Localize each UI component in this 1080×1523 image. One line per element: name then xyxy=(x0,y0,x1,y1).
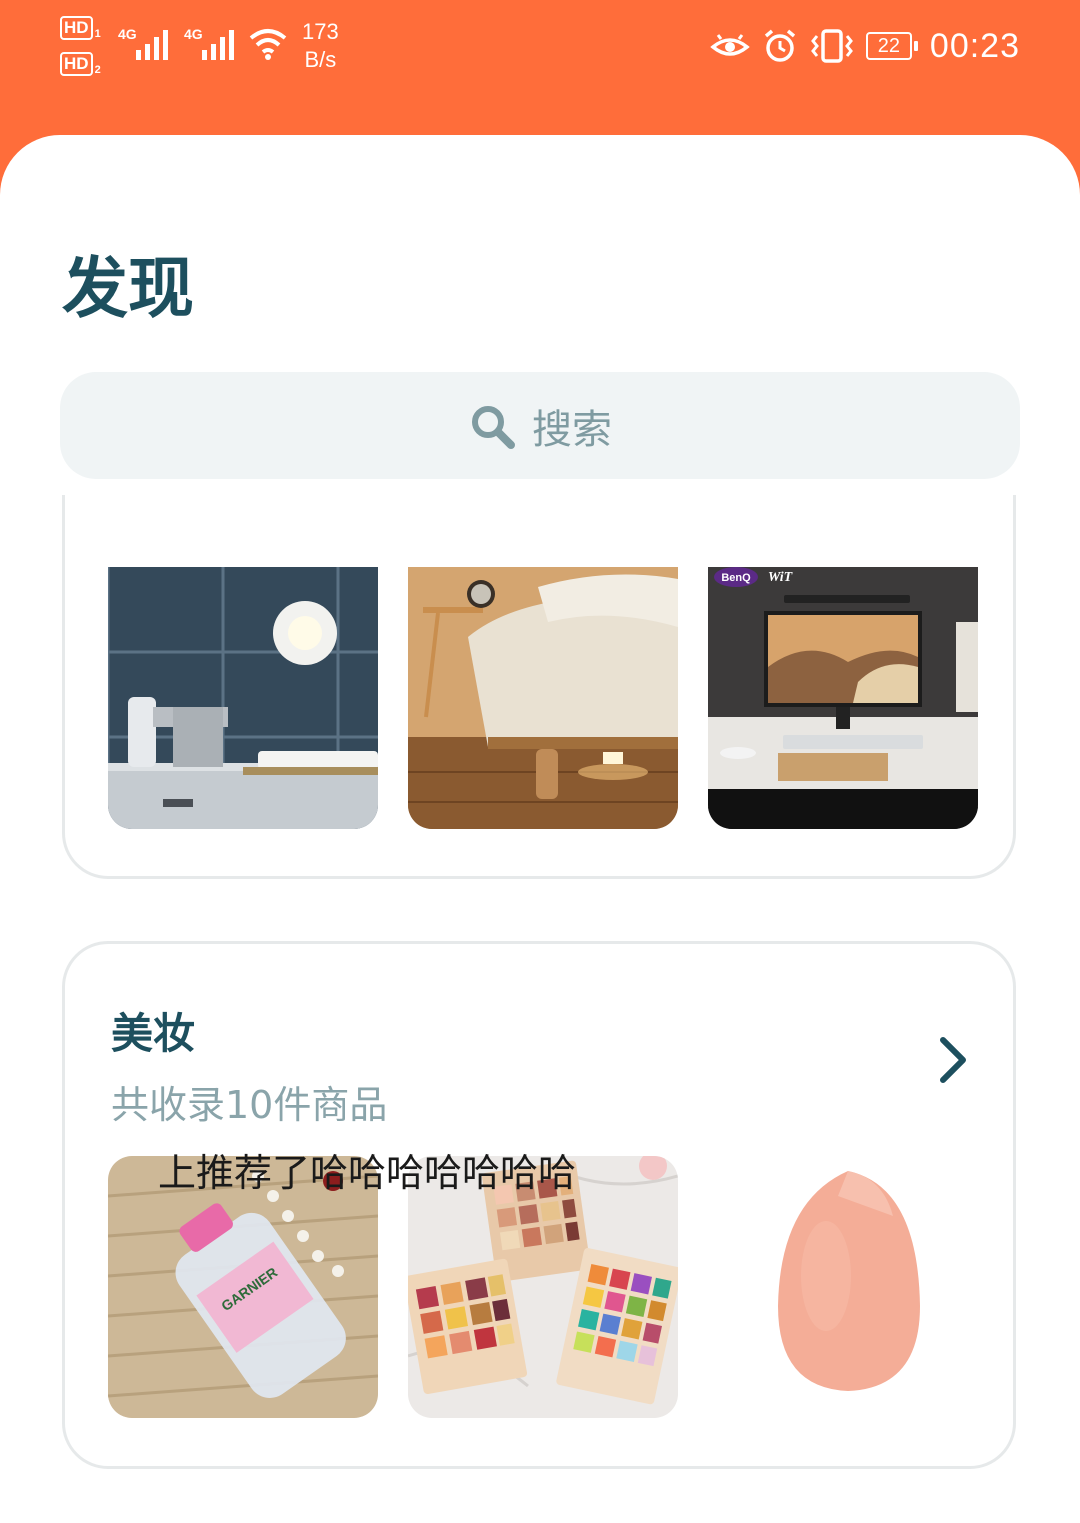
product-image-makeup-sponge[interactable] xyxy=(708,1156,978,1418)
page-title: 发现 xyxy=(62,250,194,327)
status-right: 22 00:23 xyxy=(710,22,1020,70)
vibrate-icon xyxy=(810,29,853,63)
hd-label: HD xyxy=(60,16,93,40)
network-speed: 173 B/s xyxy=(302,18,339,74)
status-bar: HD 1 HD 2 4G 4G 173 B/s 22 00:23 xyxy=(0,0,1080,135)
signal-icon: 4G xyxy=(184,26,246,62)
category-images: BenQ WiT xyxy=(108,567,978,829)
category-title: 美妆 xyxy=(111,1009,196,1058)
benq-logo-text: BenQ xyxy=(721,572,751,584)
speed-value: 173 xyxy=(302,19,339,44)
alarm-icon xyxy=(764,29,796,62)
wifi-icon xyxy=(249,29,287,60)
status-time: 00:23 xyxy=(929,26,1020,65)
discover-sheet: 发现 搜索 BenQ WiT 美妆 共收录10件商品 上推荐了哈哈哈哈哈哈哈 G… xyxy=(0,135,1080,1523)
hd-label: HD xyxy=(60,52,93,76)
search-bar[interactable]: 搜索 xyxy=(60,372,1020,479)
sim-index: 1 xyxy=(94,28,101,40)
product-image-night-light-bathroom[interactable] xyxy=(108,567,378,829)
sim-index: 2 xyxy=(94,64,101,76)
wit-logo-text: WiT xyxy=(768,570,794,585)
category-item-count: 共收录10件商品 xyxy=(111,1083,388,1127)
battery-icon: 22 xyxy=(865,32,918,60)
recommend-overlay-text: 上推荐了哈哈哈哈哈哈哈 xyxy=(158,1151,577,1195)
hd-sim1-indicator: HD 1 xyxy=(60,16,110,42)
search-placeholder: 搜索 xyxy=(532,406,612,453)
category-card-beauty[interactable]: 美妆 共收录10件商品 上推荐了哈哈哈哈哈哈哈 GARNIER xyxy=(62,941,1016,1469)
speed-unit: B/s xyxy=(304,47,337,72)
category-card[interactable]: BenQ WiT xyxy=(62,495,1016,879)
chevron-right-icon[interactable] xyxy=(935,1034,971,1086)
battery-level: 22 xyxy=(865,32,912,60)
product-image-monitor-lightbar[interactable]: BenQ WiT xyxy=(708,567,978,829)
signal-icon: 4G xyxy=(118,26,180,62)
hd-sim2-indicator: HD 2 xyxy=(60,52,110,78)
search-icon xyxy=(472,405,515,449)
product-image-night-light-bedroom[interactable] xyxy=(408,567,678,829)
eye-comfort-icon xyxy=(710,34,750,56)
